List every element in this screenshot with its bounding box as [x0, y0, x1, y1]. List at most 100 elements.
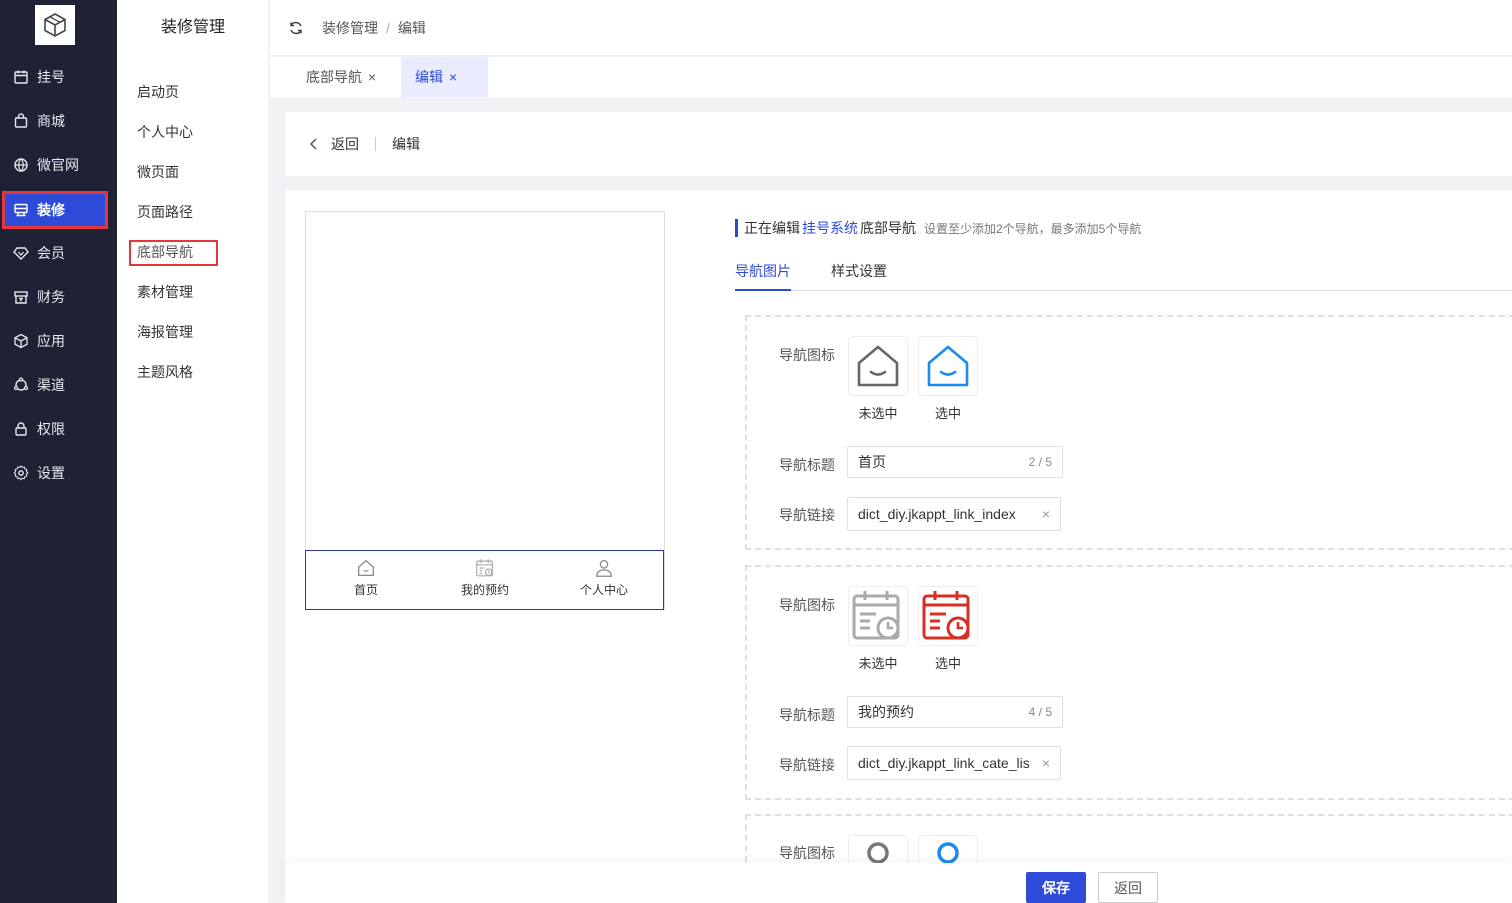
tab-edit[interactable]: 编辑 × — [401, 57, 488, 97]
char-counter: 2 / 5 — [1028, 455, 1052, 469]
subnav-item-bottom-nav[interactable]: 底部导航 — [129, 240, 218, 266]
diamond-icon — [13, 247, 29, 260]
sidebar-item-label: 设置 — [37, 465, 65, 481]
page-tabs: 底部导航 × 编辑 × — [270, 57, 1512, 97]
selected-icon-picker[interactable] — [918, 336, 978, 396]
preview-nav-home[interactable]: 首页 — [316, 557, 416, 598]
tab-style-settings[interactable]: 样式设置 — [831, 259, 887, 291]
lock-icon — [15, 422, 27, 436]
channel-icon — [13, 377, 29, 391]
sidebar-item-apps[interactable]: 应用 — [0, 319, 117, 363]
calendar-clock-icon — [476, 559, 493, 577]
tab-bottom-nav[interactable]: 底部导航 × — [292, 57, 390, 97]
divider — [375, 137, 376, 151]
save-button[interactable]: 保存 — [1026, 872, 1086, 903]
sidebar-item-channel[interactable]: 渠道 — [0, 363, 117, 407]
close-icon[interactable]: × — [449, 69, 457, 85]
nav-item-card: 导航图标 未选中 选中 导航标题 首页 2 / 5 导航链接 dict_diy.… — [745, 315, 1512, 550]
preview-nav-label: 首页 — [353, 583, 378, 597]
sidebar-item-member[interactable]: 会员 — [0, 231, 117, 275]
close-icon[interactable]: × — [368, 69, 376, 85]
sidebar-item-decoration[interactable]: 装修 — [2, 191, 108, 229]
finance-icon — [14, 291, 28, 304]
nav-title-value: 首页 — [858, 454, 886, 470]
phone-bottom-nav[interactable]: 首页 我的预约 个人中心 — [305, 550, 664, 610]
selected-icon-picker[interactable] — [918, 586, 978, 646]
back-link[interactable]: 返回 — [331, 134, 359, 154]
user-icon — [596, 560, 612, 577]
cube-icon — [14, 333, 28, 349]
editor-hint: 设置至少添加2个导航，最多添加5个导航 — [924, 221, 1142, 236]
subnav-item-launch-page[interactable]: 启动页 — [137, 82, 179, 102]
link-label: 导航链接 — [779, 757, 835, 773]
icon-label: 导航图标 — [779, 597, 835, 613]
preview-nav-appointments[interactable]: 我的预约 — [435, 557, 535, 598]
editor-tabs: 导航图片 样式设置 — [735, 259, 1512, 291]
nav-link-value: dict_diy.jkappt_link_cate_lis — [858, 755, 1030, 771]
clear-icon[interactable]: × — [1042, 506, 1050, 522]
nav-link-value: dict_diy.jkappt_link_index — [858, 506, 1016, 522]
preview-nav-personal[interactable]: 个人中心 — [554, 557, 654, 598]
title-label: 导航标题 — [779, 457, 835, 473]
subnav-item-personal-center[interactable]: 个人中心 — [137, 122, 193, 142]
home-icon — [358, 559, 374, 576]
link-label: 导航链接 — [779, 507, 835, 523]
refresh-icon[interactable] — [288, 20, 304, 36]
sidebar-item-permissions[interactable]: 权限 — [0, 407, 117, 451]
nav-link-input[interactable]: dict_diy.jkappt_link_index × — [847, 497, 1061, 531]
home-icon — [857, 345, 899, 387]
page-title: 编辑 — [392, 136, 420, 152]
breadcrumb-item: 编辑 — [397, 19, 426, 36]
subnav-item-materials[interactable]: 素材管理 — [137, 282, 193, 302]
nav-title-input[interactable]: 我的预约 4 / 5 — [847, 696, 1063, 728]
shopping-bag-icon — [14, 113, 28, 128]
decoration-icon — [14, 203, 28, 217]
subnav-item-micro-page[interactable]: 微页面 — [137, 162, 179, 182]
tab-label: 底部导航 — [306, 69, 362, 85]
unselected-icon-picker[interactable] — [848, 586, 908, 646]
tab-nav-images[interactable]: 导航图片 — [735, 259, 791, 291]
sidebar-item-finance[interactable]: 财务 — [0, 275, 117, 319]
secondary-sidebar: 装修管理 启动页 个人中心 微页面 页面路径 底部导航 素材管理 海报管理 主题… — [117, 0, 269, 903]
sidebar-item-label: 装修 — [37, 202, 65, 218]
breadcrumb-separator: / — [386, 19, 390, 36]
nav-link-input[interactable]: dict_diy.jkappt_link_cate_lis × — [847, 746, 1061, 780]
cube-logo-icon — [44, 13, 66, 37]
subnav-item-theme[interactable]: 主题风格 — [137, 362, 193, 382]
icon-label: 导航图标 — [779, 845, 835, 861]
editor-heading: 正在编辑 挂号系统 底部导航 设置至少添加2个导航，最多添加5个导航 — [735, 219, 1141, 237]
clear-icon[interactable]: × — [1042, 755, 1050, 771]
sidebar-item-settings[interactable]: 设置 — [0, 451, 117, 495]
sidebar-item-mall[interactable]: 商城 — [0, 99, 117, 143]
top-header: 装修管理 / 编辑 — [270, 0, 1512, 56]
sidebar-item-label: 会员 — [37, 245, 65, 261]
title-label: 导航标题 — [779, 707, 835, 723]
nav-title-input[interactable]: 首页 2 / 5 — [847, 446, 1063, 478]
sidebar-item-label: 渠道 — [37, 377, 65, 393]
subnav-item-posters[interactable]: 海报管理 — [137, 322, 193, 342]
sidebar-item-label: 权限 — [37, 421, 65, 437]
back-bar: 返回 编辑 — [285, 112, 1512, 176]
back-button[interactable]: 返回 — [1098, 872, 1158, 903]
nav-item-card: 导航图标 未选中 选中 导航标题 我的预约 4 / 5 导航链接 dict_di… — [745, 565, 1512, 800]
sidebar-item-label: 应用 — [37, 333, 65, 349]
subnav-item-page-path[interactable]: 页面路径 — [137, 202, 193, 222]
chevron-left-icon[interactable] — [307, 137, 321, 151]
calendar-icon — [14, 70, 28, 84]
app-logo[interactable] — [35, 5, 75, 45]
sidebar-item-label: 商城 — [37, 113, 65, 129]
breadcrumb-item[interactable]: 装修管理 — [322, 18, 378, 38]
unselected-icon-picker[interactable] — [848, 336, 908, 396]
subnav-title: 装修管理 — [160, 19, 225, 36]
editor-heading-prefix: 正在编辑 — [744, 220, 800, 236]
system-link[interactable]: 挂号系统 — [802, 218, 858, 238]
unselected-caption: 未选中 — [858, 656, 898, 671]
sidebar-item-website[interactable]: 微官网 — [0, 143, 117, 187]
gear-icon — [13, 465, 29, 481]
icon-label: 导航图标 — [779, 347, 835, 363]
sidebar-item-label: 财务 — [37, 289, 65, 305]
sidebar-item-label: 微官网 — [37, 157, 79, 173]
sidebar-item-registration[interactable]: 挂号 — [0, 55, 117, 99]
calendar-clock-icon — [852, 591, 900, 640]
tab-label: 编辑 — [415, 69, 443, 85]
